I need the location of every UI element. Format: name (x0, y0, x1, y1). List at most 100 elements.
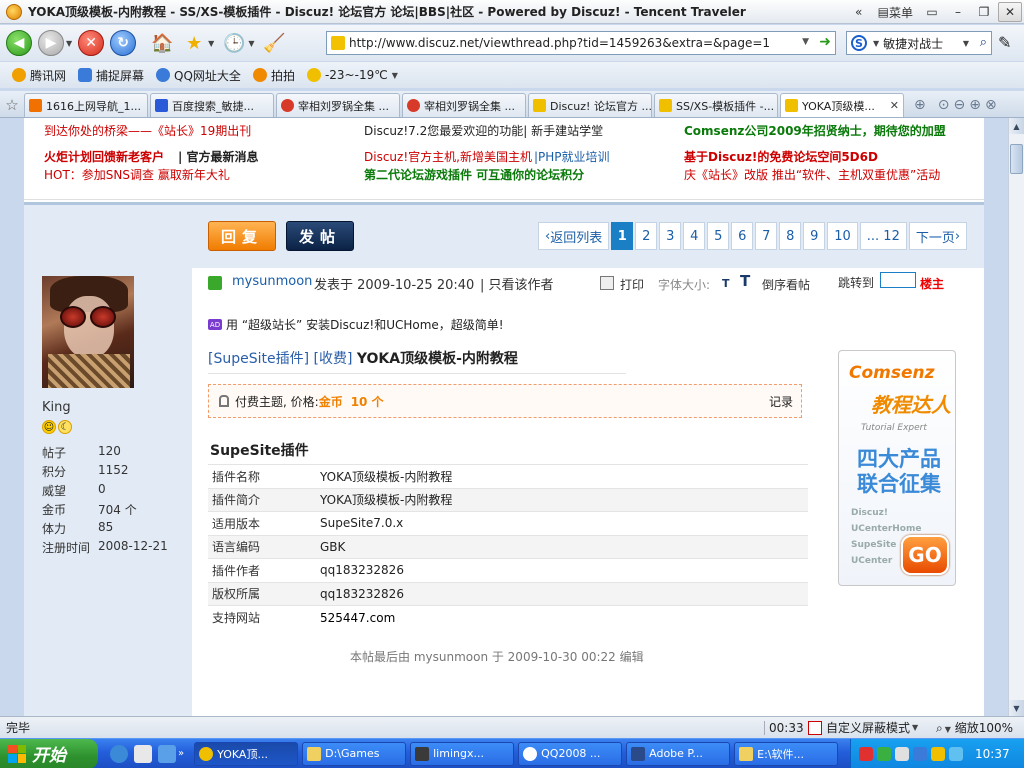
forward-dropdown-icon[interactable]: ▼ (66, 39, 72, 48)
scroll-thumb[interactable] (1010, 144, 1023, 174)
refresh-button[interactable]: ↻ (110, 30, 137, 56)
task-browser[interactable]: YOKA顶... (194, 741, 299, 766)
zoom-control[interactable]: ⌕ ▼ 缩放100% (936, 719, 1013, 736)
ie-quicklaunch-icon[interactable] (110, 744, 128, 763)
search-box[interactable]: S ▼ 敏捷对战士 ▼ ⌕ (846, 31, 992, 55)
reverse-order-link[interactable]: 倒序看帖 (762, 276, 810, 293)
forward-button[interactable]: ▶ (38, 30, 64, 56)
page-link-4[interactable]: 4 (683, 222, 706, 250)
restore-button[interactable]: ❐ (972, 2, 996, 22)
qq-tray-icon[interactable] (913, 747, 927, 761)
page-link-last[interactable]: ... 12 (859, 222, 907, 250)
font-large-button[interactable]: T (740, 272, 750, 290)
collapse-icon[interactable]: « (847, 2, 871, 22)
link-paipai[interactable]: 拍拍 (252, 67, 295, 84)
banner-go-button[interactable]: GO (901, 535, 949, 575)
next-page-link[interactable]: 下一页 › (908, 222, 968, 250)
jump-to-input[interactable] (880, 272, 916, 288)
display-icon[interactable] (949, 747, 963, 761)
page-link-3[interactable]: 3 (659, 222, 682, 250)
screen-mode-dropdown-icon[interactable]: ▼ (912, 723, 918, 732)
page-link-6[interactable]: 6 (731, 222, 754, 250)
close-button[interactable]: ✕ (998, 2, 1022, 22)
start-button[interactable]: 开始 (0, 738, 98, 768)
scroll-up-icon[interactable]: ▲ (1009, 118, 1024, 134)
sogou-icon[interactable] (859, 747, 873, 761)
task-folder-software[interactable]: E:\软件... (734, 741, 839, 766)
tab-scroll-left-icon[interactable]: ⊖ (953, 97, 965, 113)
page-link-7[interactable]: 7 (755, 222, 778, 250)
purchase-record-link[interactable]: 记录 (769, 393, 793, 410)
address-dropdown-icon[interactable]: ▼ (802, 37, 809, 47)
page-link-1[interactable]: 1 (611, 222, 634, 250)
search-engine-dropdown-icon[interactable]: ▼ (873, 39, 879, 48)
page-link-8[interactable]: 8 (779, 222, 802, 250)
ad-link[interactable]: Discuz!7.2您最爱欢迎的功能| 新手建站学堂 (364, 122, 603, 139)
minimize-button[interactable]: – (946, 2, 970, 22)
address-bar[interactable]: http://www.discuz.net/viewthread.php?tid… (326, 31, 836, 55)
ad-link[interactable]: HOT：参加SNS调查 赢取新年大礼 (44, 166, 230, 183)
tab-video-1[interactable]: 宰相刘罗锅全集 ... (276, 93, 400, 117)
tab-yoka[interactable]: YOKA顶级模... ✕ (780, 93, 904, 117)
ad-link[interactable]: 庆《站长》改版 推出“软件、主机双重优惠”活动 (684, 166, 940, 183)
link-tencent[interactable]: 腾讯网 (12, 67, 66, 84)
page-link-9[interactable]: 9 (803, 222, 826, 250)
comment-icon[interactable]: ▭ (920, 2, 944, 22)
tab-scroll-right-icon[interactable]: ⊕ (969, 97, 981, 113)
vertical-scrollbar[interactable]: ▲ ▼ (1008, 118, 1024, 716)
author-name[interactable]: King (42, 400, 71, 415)
info-value[interactable]: 525447.com (316, 605, 808, 629)
menu-button[interactable]: ▤ 菜单 (873, 2, 918, 22)
favorites-dropdown-icon[interactable]: ▼ (208, 39, 214, 48)
task-folder-games[interactable]: D:\Games (302, 741, 407, 766)
tab-1616[interactable]: 1616上网导航_1... (24, 93, 148, 117)
ad-link[interactable]: Discuz!官方主机,新增美国主机 (364, 148, 532, 165)
search-icon[interactable]: ⌕ (980, 35, 987, 50)
media-quicklaunch-icon[interactable] (158, 744, 176, 763)
clear-broom-icon[interactable]: 🧹 (262, 31, 286, 55)
avatar[interactable] (42, 276, 134, 388)
history-clock-icon[interactable]: 🕒 (222, 31, 246, 55)
ad-link[interactable]: | 官方最新消息 (178, 148, 259, 165)
new-post-button[interactable]: 发帖 (286, 221, 354, 251)
tab-video-2[interactable]: 宰相刘罗锅全集 ... (402, 93, 526, 117)
quicklaunch-more-icon[interactable]: » (178, 748, 184, 759)
ad-link[interactable]: |PHP就业培训 (534, 148, 610, 165)
ad-link[interactable]: Comsenz公司2009年招贤纳士，期待您的加盟 (684, 122, 946, 139)
back-button[interactable]: ◀ (6, 30, 32, 56)
task-qq[interactable]: QQ2008 ... (518, 741, 623, 766)
tab-discuz[interactable]: Discuz! 论坛官方 ... (528, 93, 652, 117)
ad-link[interactable]: 第二代论坛游戏插件 可互通你的论坛积分 (364, 166, 584, 183)
screen-mode-button[interactable]: 自定义屏蔽模式 ▼ (808, 719, 918, 736)
tab-close-icon[interactable]: ✕ (890, 99, 899, 112)
go-arrow-icon[interactable]: ➜ (819, 34, 831, 50)
volume-icon[interactable] (895, 747, 909, 761)
ad-link[interactable]: 到达你处的桥梁——《站长》19期出刊 (44, 122, 251, 139)
post-title-prefix[interactable]: [SupeSite插件] [收费] (208, 351, 352, 367)
print-link[interactable]: 打印 (620, 276, 644, 293)
page-link-10[interactable]: 10 (827, 222, 858, 250)
weather-dropdown-icon[interactable]: ▼ (392, 71, 398, 80)
post-ad-line[interactable]: AD 用 “超级站长” 安装Discuz!和UCHome，超级简单! (208, 316, 504, 333)
favorites-star-icon[interactable]: ★ (182, 31, 206, 55)
task-photoshop[interactable]: Adobe P... (626, 741, 731, 766)
scroll-down-icon[interactable]: ▼ (1009, 700, 1024, 716)
search-input[interactable]: 敏捷对战士 (883, 35, 943, 52)
home-icon[interactable]: 🏠 (150, 31, 174, 55)
reply-button[interactable]: 回复 (208, 221, 276, 251)
promo-banner[interactable]: Comsenz 教程达人 Tutorial Expert 四大产品 联合征集 Di… (838, 350, 956, 586)
ad-link[interactable]: 基于Discuz!的免费论坛空间5D6D (684, 148, 878, 165)
page-link-2[interactable]: 2 (635, 222, 658, 250)
tab-close-all-icon[interactable]: ⊗ (985, 97, 997, 113)
print-icon[interactable] (600, 276, 614, 290)
tab-baidu[interactable]: 百度搜索_敏捷... (150, 93, 274, 117)
address-input[interactable]: http://www.discuz.net/viewthread.php?tid… (349, 36, 770, 50)
stop-button[interactable]: ✕ (78, 30, 105, 56)
tab-ss-xs[interactable]: SS/XS-模板插件 -... (654, 93, 778, 117)
task-limingx[interactable]: limingx... (410, 741, 515, 766)
link-qq-directory[interactable]: QQ网址大全 (156, 67, 241, 84)
desktop-quicklaunch-icon[interactable] (134, 744, 152, 763)
pen-icon[interactable]: ✎ (998, 33, 1011, 52)
only-author-link[interactable]: | 只看该作者 (480, 274, 554, 293)
back-to-list-link[interactable]: ‹ 返回列表 (538, 222, 610, 250)
